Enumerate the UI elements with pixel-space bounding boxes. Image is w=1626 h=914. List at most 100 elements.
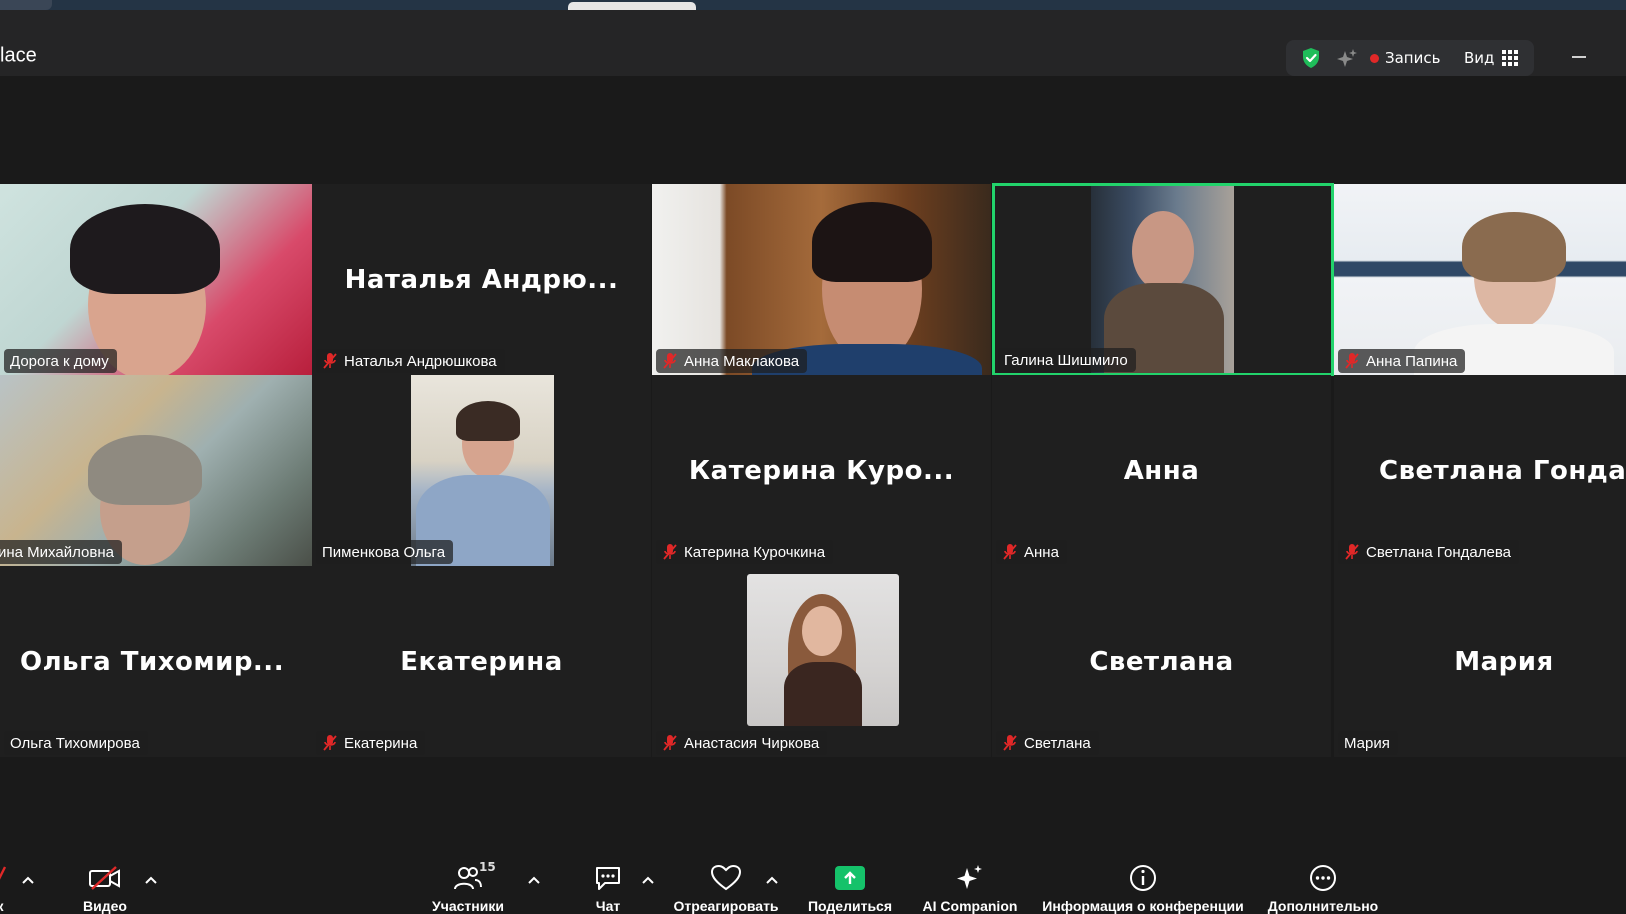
mic-muted-icon (1003, 735, 1017, 751)
chat-icon (593, 862, 623, 894)
video-label: Видео (83, 898, 127, 914)
mic-muted-icon (323, 735, 337, 751)
title-bar: lace Запись Вид (0, 10, 1626, 76)
ai-sparkle-icon[interactable] (1336, 48, 1358, 70)
participant-video (812, 202, 932, 282)
participant-avatar-photo (784, 662, 862, 726)
participant-name-label: Дорога к дому (4, 349, 117, 373)
mic-muted-icon (323, 353, 337, 369)
participant-tile[interactable]: Катерина Куро... Катерина Курочкина (652, 375, 991, 566)
os-tab[interactable] (0, 0, 52, 10)
chat-label: Чат (595, 898, 621, 914)
react-label: Отреагировать (673, 898, 779, 914)
participant-center-name: Наталья Андрю... (344, 264, 619, 295)
participant-tile-speaking[interactable]: Галина Шишмило (992, 183, 1334, 376)
participants-icon: 15 (453, 860, 496, 894)
participant-tile[interactable]: Анна Анна (992, 375, 1331, 566)
zoom-meeting-window: lace Запись Вид Дорога к дому Наталья Ан… (0, 0, 1626, 914)
participant-tile[interactable]: Анастасия Чиркова (652, 566, 991, 757)
participant-name-label: Ольга Тихомирова (4, 731, 148, 755)
participant-tile[interactable]: Ольга Тихомир... Ольга Тихомирова (0, 566, 312, 757)
share-label: Поделиться (807, 898, 893, 914)
minimize-button[interactable] (1568, 46, 1592, 68)
mic-muted-icon (1003, 544, 1017, 560)
chat-button[interactable]: Чат (586, 848, 630, 914)
os-tab-active[interactable] (568, 2, 696, 10)
view-button[interactable]: Вид (1464, 40, 1519, 76)
meeting-info-label: Информация о конференции (1042, 898, 1244, 914)
audio-options-chevron-icon[interactable] (20, 872, 36, 888)
grid-view-icon (1502, 50, 1519, 66)
participants-count-badge: 15 (479, 860, 496, 874)
video-gallery: Дорога к дому Наталья Андрю... Наталья А… (0, 76, 1626, 848)
mic-muted-icon (1345, 353, 1359, 369)
video-options-chevron-icon[interactable] (143, 872, 159, 888)
participant-name-label: Катерина Курочкина (656, 540, 834, 564)
participant-video (456, 401, 520, 441)
participant-center-name: Анна (1123, 455, 1200, 486)
video-button[interactable]: Видео (72, 848, 138, 914)
participant-video (1132, 211, 1194, 291)
meeting-toolbar: к Видео 15 Участники Чат (0, 848, 1626, 914)
encryption-shield-icon[interactable] (1300, 47, 1322, 69)
ai-companion-button[interactable]: AI Companion (920, 848, 1020, 914)
participant-name-label: ина Михайловна (0, 540, 122, 564)
participant-center-name: Катерина Куро... (688, 455, 955, 486)
participant-video (1462, 212, 1566, 282)
participant-name-label: Мария (1338, 731, 1398, 755)
participant-tile[interactable]: Мария Мария (1334, 566, 1626, 757)
participant-tile[interactable]: Анна Папина (1334, 184, 1626, 375)
window-title: lace (0, 44, 37, 67)
participant-name-label: Пименкова Ольга (316, 540, 454, 564)
react-options-chevron-icon[interactable] (764, 872, 780, 888)
more-icon (1308, 862, 1338, 894)
participant-name-label: Светлана Гондалева (1338, 540, 1519, 564)
participant-name-label: Наталья Андрюшкова (316, 349, 505, 373)
audio-button[interactable]: к (0, 848, 10, 914)
participant-tile[interactable]: Светлана Светлана (992, 566, 1331, 757)
share-screen-icon (835, 862, 865, 894)
participant-name-label: Анна Папина (1338, 349, 1466, 373)
top-controls-pill: Запись Вид (1286, 40, 1534, 76)
sparkle-icon (955, 862, 985, 894)
participant-name-label: Анна (996, 540, 1067, 564)
participant-center-name: Ольга Тихомир... (20, 646, 285, 677)
record-button[interactable]: Запись (1370, 40, 1440, 76)
meeting-info-button[interactable]: Информация о конференции (1038, 848, 1248, 914)
mic-muted-icon (663, 544, 677, 560)
participants-button[interactable]: 15 Участники (428, 848, 508, 914)
participant-avatar-photo (802, 606, 842, 656)
heart-icon (710, 862, 742, 894)
view-label: Вид (1464, 49, 1495, 67)
participant-tile[interactable]: Наталья Андрю... Наталья Андрюшкова (312, 184, 651, 375)
info-icon (1128, 862, 1158, 894)
participant-name-label: Галина Шишмило (998, 348, 1136, 372)
more-label: Дополнительно (1267, 898, 1379, 914)
audio-label: к (0, 898, 4, 914)
mic-muted-icon (663, 353, 677, 369)
participant-tile[interactable]: Светлана Гонда... Светлана Гондалева (1334, 375, 1626, 566)
participant-center-name: Светлана Гонда... (1379, 455, 1626, 486)
chat-options-chevron-icon[interactable] (640, 872, 656, 888)
record-dot-icon (1370, 53, 1379, 63)
participant-tile[interactable]: ина Михайловна (0, 375, 312, 566)
mic-off-icon (0, 862, 7, 894)
participant-tile[interactable]: Екатерина Екатерина (312, 566, 651, 757)
participant-name-label: Анастасия Чиркова (656, 731, 828, 755)
participants-options-chevron-icon[interactable] (526, 872, 542, 888)
participant-tile[interactable]: Дорога к дому (0, 184, 312, 375)
participant-name-label: Екатерина (316, 731, 426, 755)
participant-center-name: Екатерина (400, 646, 563, 677)
participant-video (88, 435, 202, 505)
participants-label: Участники (432, 898, 504, 914)
video-off-icon (88, 862, 122, 894)
participant-tile[interactable]: Анна Маклакова (652, 184, 991, 375)
participant-tile[interactable]: Пименкова Ольга (312, 375, 651, 566)
participant-center-name: Мария (1454, 646, 1554, 677)
participant-name-label: Анна Маклакова (656, 349, 808, 373)
ai-companion-label: AI Companion (922, 898, 1018, 914)
record-label: Запись (1385, 49, 1441, 67)
share-screen-button[interactable]: Поделиться (806, 848, 894, 914)
more-button[interactable]: Дополнительно (1266, 848, 1380, 914)
participant-name-label: Светлана (996, 731, 1099, 755)
